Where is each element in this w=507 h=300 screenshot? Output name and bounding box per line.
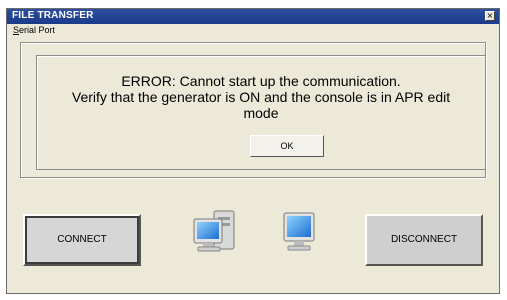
menu-serial-port[interactable]: Serial Port [13, 25, 55, 35]
error-line-3: mode [243, 105, 279, 121]
error-panel: ERROR: Cannot start up the communication… [36, 55, 486, 170]
close-button[interactable]: × [485, 11, 495, 21]
connect-button[interactable]: CONNECT [23, 214, 141, 266]
menu-serial-port-label: erial Port [19, 25, 56, 35]
title-bar: FILE TRANSFER × [7, 9, 499, 24]
window-title: FILE TRANSFER [12, 10, 94, 21]
error-message: ERROR: Cannot start up the communication… [37, 73, 485, 121]
disconnect-button[interactable]: DISCONNECT [365, 214, 483, 266]
computer-with-tower-icon [193, 210, 235, 252]
menu-bar: Serial Port [7, 24, 499, 38]
ok-button[interactable]: OK [250, 135, 324, 157]
error-line-1: ERROR: Cannot start up the communication… [121, 73, 401, 89]
computer-icon [283, 212, 315, 251]
error-line-2: Verify that the generator is ON and the … [71, 89, 451, 105]
